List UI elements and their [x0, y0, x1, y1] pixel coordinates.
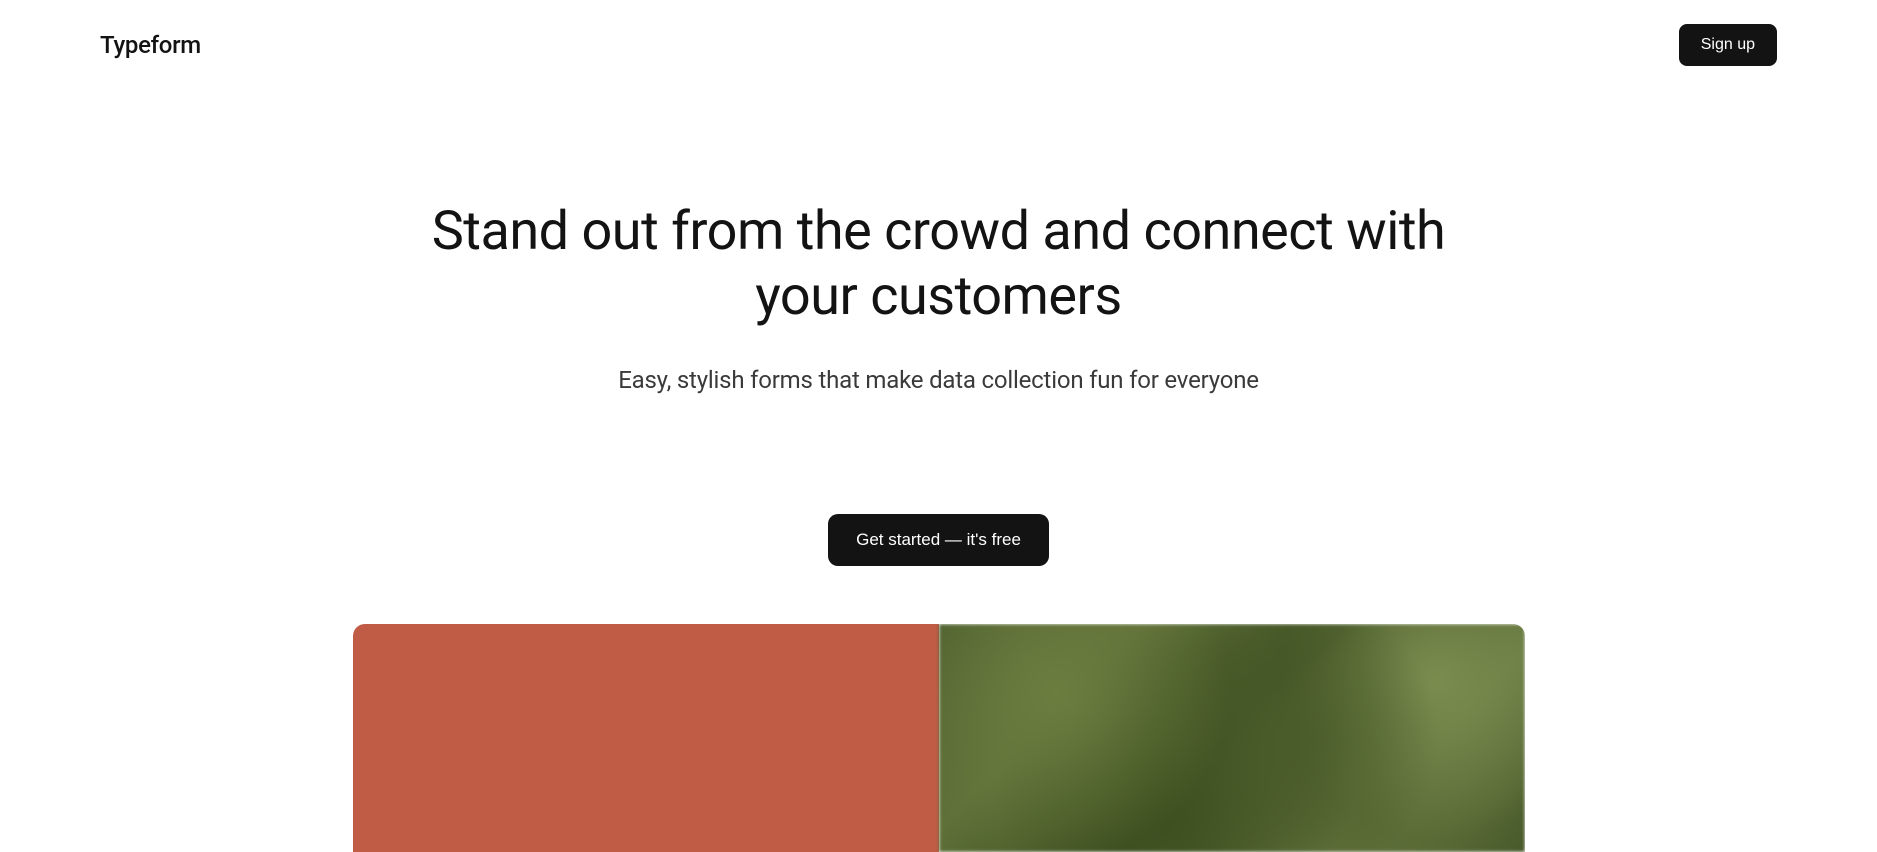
hero-heading: Stand out from the crowd and connect wit… — [389, 200, 1489, 330]
hero-section: Stand out from the crowd and connect wit… — [389, 90, 1489, 394]
header: Typeform Sign up — [0, 0, 1877, 90]
preview-panel — [353, 624, 1525, 852]
logo[interactable]: Typeform — [100, 31, 201, 59]
signup-button[interactable]: Sign up — [1679, 24, 1777, 66]
hero-subheading: Easy, stylish forms that make data colle… — [389, 366, 1489, 394]
cta-container: Get started — it's free — [0, 514, 1877, 566]
get-started-button[interactable]: Get started — it's free — [828, 514, 1049, 566]
preview-left-panel — [353, 624, 939, 852]
preview-right-image — [939, 624, 1525, 852]
